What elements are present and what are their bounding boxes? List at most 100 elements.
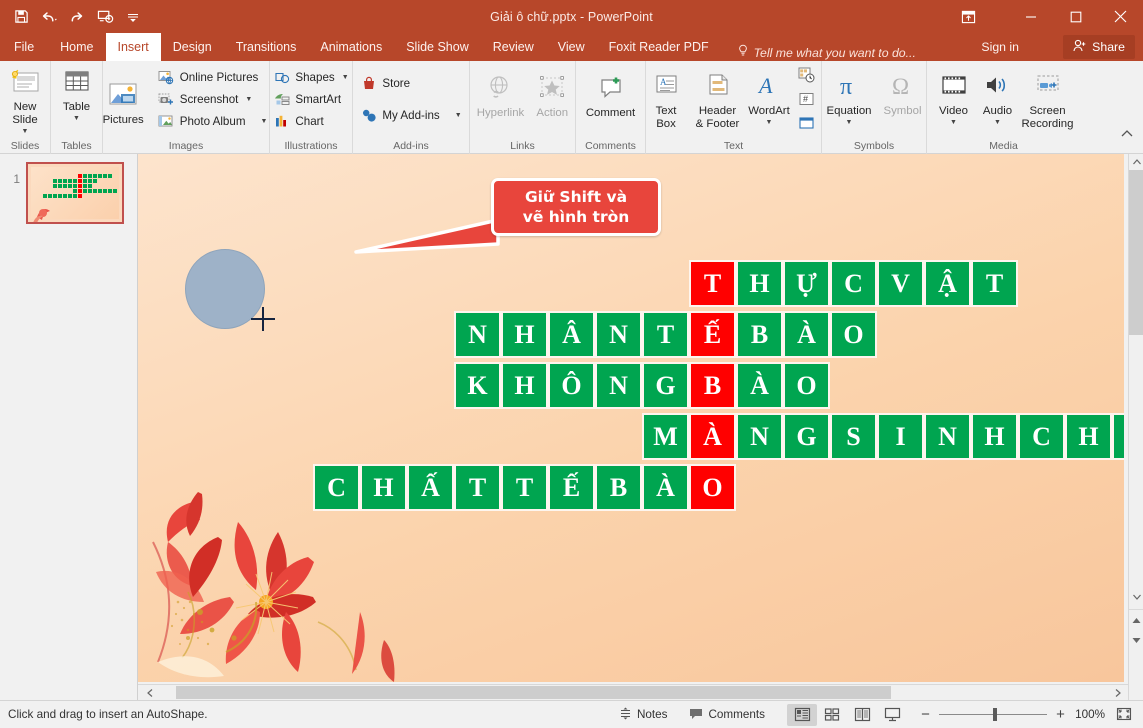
tab-review[interactable]: Review <box>481 33 546 61</box>
maximize-button[interactable] <box>1053 0 1098 33</box>
video-button[interactable]: Video ▼ <box>932 68 976 126</box>
crossword-cell[interactable]: C <box>313 464 360 511</box>
chart-button[interactable]: Chart <box>268 110 353 132</box>
crossword-cell[interactable]: Ự <box>783 260 830 307</box>
chevron-down-icon[interactable]: ▼ <box>846 119 853 126</box>
crossword-cell[interactable]: C <box>830 260 877 307</box>
crossword-cell[interactable]: N <box>595 362 642 409</box>
crossword-cell[interactable]: Ấ <box>407 464 454 511</box>
view-slide-sorter-button[interactable] <box>817 704 847 726</box>
crossword-cell[interactable]: N <box>595 311 642 358</box>
vertical-scroll-thumb[interactable] <box>1129 170 1143 335</box>
scroll-right-icon[interactable] <box>1110 685 1126 700</box>
crossword-cell[interactable]: O <box>689 464 736 511</box>
zoom-handle[interactable] <box>993 708 997 721</box>
smartart-button[interactable]: SmartArt <box>268 88 353 110</box>
zoom-slider[interactable]: − + <box>919 706 1067 723</box>
store-button[interactable]: Store <box>355 72 466 94</box>
chevron-down-icon[interactable]: ▼ <box>22 128 29 135</box>
crossword-cell[interactable]: M <box>642 413 689 460</box>
crossword-cell[interactable]: I <box>877 413 924 460</box>
online-pictures-button[interactable]: Online Pictures <box>153 66 273 88</box>
crossword-cell[interactable]: N <box>736 413 783 460</box>
object-button[interactable] <box>794 112 820 134</box>
new-slide-button[interactable]: New Slide ▼ <box>0 64 50 135</box>
crossword-cell[interactable]: G <box>783 413 830 460</box>
crossword-cell[interactable]: N <box>924 413 971 460</box>
fit-slide-to-window-button[interactable] <box>1113 705 1135 725</box>
crossword-cell[interactable]: À <box>736 362 783 409</box>
crossword-cell[interactable]: C <box>1018 413 1065 460</box>
save-icon[interactable] <box>8 4 34 30</box>
screenshot-button[interactable]: Screenshot ▼ <box>153 88 273 110</box>
text-box-button[interactable]: A Text Box <box>644 68 688 131</box>
crossword-cell[interactable]: H <box>736 260 783 307</box>
start-from-beginning-icon[interactable] <box>92 4 118 30</box>
horizontal-scroll-thumb[interactable] <box>176 686 891 699</box>
my-addins-button[interactable]: My Add-ins ▼ <box>355 104 466 126</box>
customize-quick-access-toolbar-icon[interactable] <box>120 4 146 30</box>
crossword-cell[interactable]: À <box>642 464 689 511</box>
zoom-track[interactable] <box>939 708 1047 721</box>
screen-recording-button[interactable]: Screen Recording <box>1020 68 1076 131</box>
crossword-cell[interactable]: B <box>736 311 783 358</box>
ribbon-display-options-icon[interactable] <box>948 0 988 33</box>
crossword-cell[interactable]: B <box>595 464 642 511</box>
crossword-cell[interactable]: S <box>830 413 877 460</box>
view-slide-show-button[interactable] <box>877 704 907 726</box>
vertical-scrollbar[interactable] <box>1128 154 1143 700</box>
tell-me-search[interactable]: Tell me what you want to do... <box>737 44 916 61</box>
crossword-cell[interactable]: H <box>501 362 548 409</box>
notes-button[interactable]: Notes <box>611 704 676 726</box>
crossword-cell[interactable]: T <box>501 464 548 511</box>
photo-album-button[interactable]: Photo Album ▼ <box>153 110 273 132</box>
crossword-cell[interactable]: T <box>454 464 501 511</box>
scroll-up-icon[interactable] <box>1129 154 1143 170</box>
crossword-cell[interactable]: Ế <box>689 311 736 358</box>
zoom-level-label[interactable]: 100% <box>1067 708 1105 721</box>
share-button[interactable]: Share <box>1063 35 1135 59</box>
hyperlink-button[interactable]: Hyperlink <box>471 70 530 120</box>
table-button[interactable]: Table ▼ <box>55 64 99 122</box>
crossword-cell[interactable]: Â <box>548 311 595 358</box>
tab-file[interactable]: File <box>0 33 48 61</box>
crossword-cell[interactable]: T <box>642 311 689 358</box>
crossword-cell[interactable]: O <box>830 311 877 358</box>
sign-in-button[interactable]: Sign in <box>975 33 1025 61</box>
comment-button[interactable]: Comment <box>580 70 641 120</box>
slide-number-button[interactable]: # <box>794 88 820 110</box>
next-slide-icon[interactable] <box>1129 632 1143 648</box>
comments-button[interactable]: Comments <box>681 704 773 726</box>
minimize-button[interactable] <box>1008 0 1053 33</box>
crossword-cell[interactable]: Ế <box>548 464 595 511</box>
crossword-cell[interactable]: À <box>689 413 736 460</box>
crossword-cell[interactable]: H <box>360 464 407 511</box>
chevron-down-icon[interactable]: ▼ <box>342 74 349 81</box>
shapes-button[interactable]: Shapes ▼ <box>268 66 353 88</box>
crossword-cell[interactable]: T <box>689 260 736 307</box>
tab-foxit-reader-pdf[interactable]: Foxit Reader PDF <box>597 33 721 61</box>
crossword-cell[interactable]: V <box>877 260 924 307</box>
chevron-down-icon[interactable]: ▼ <box>950 119 957 126</box>
action-button[interactable]: Action <box>530 70 574 120</box>
wordart-button[interactable]: A WordArt ▼ <box>747 68 791 126</box>
tab-animations[interactable]: Animations <box>308 33 394 61</box>
redo-icon[interactable] <box>64 4 90 30</box>
scroll-down-icon[interactable] <box>1129 589 1143 605</box>
crossword-cell[interactable]: B <box>689 362 736 409</box>
chevron-down-icon[interactable]: ▼ <box>766 119 773 126</box>
crossword-cell[interactable]: Ô <box>548 362 595 409</box>
chevron-down-icon[interactable]: ▼ <box>455 112 462 119</box>
chevron-down-icon[interactable]: ▼ <box>245 96 252 103</box>
undo-icon[interactable] <box>36 4 62 30</box>
collapse-ribbon-icon[interactable] <box>1117 123 1137 143</box>
crossword-cell[interactable]: À <box>783 311 830 358</box>
tab-home[interactable]: Home <box>48 33 105 61</box>
crossword-cell[interactable]: H <box>501 311 548 358</box>
zoom-out-button[interactable]: − <box>919 706 932 723</box>
symbol-button[interactable]: Ω Symbol <box>878 68 928 118</box>
slide-canvas[interactable]: T H Ự C V Ậ T N H Â N T Ế B À O K H Ô N … <box>138 154 1124 682</box>
crossword-cell[interactable]: Ậ <box>924 260 971 307</box>
scroll-left-icon[interactable] <box>142 685 158 700</box>
chevron-down-icon[interactable]: ▼ <box>73 115 80 122</box>
